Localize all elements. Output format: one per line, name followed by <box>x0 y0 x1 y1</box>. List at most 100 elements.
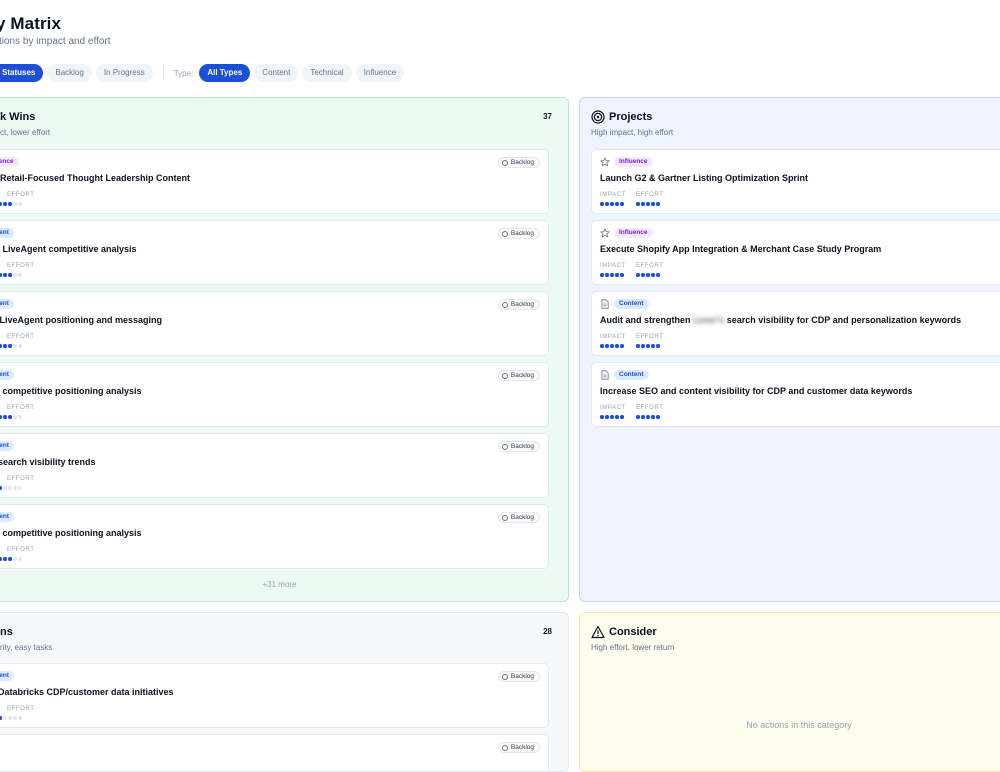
effort-rating <box>636 415 661 419</box>
rating-dot <box>605 202 609 206</box>
rating-dot <box>0 557 2 561</box>
rating-dot <box>636 415 640 419</box>
action-card[interactable]: Influence Launch G2 & Gartner Listing Opt… <box>591 149 1000 214</box>
effort-rating <box>0 486 23 490</box>
action-card[interactable]: Influence Execute Shopify App Integration… <box>591 220 1000 285</box>
rating-dot <box>646 202 650 206</box>
circle-icon <box>501 514 508 521</box>
rating-dot <box>13 415 17 419</box>
action-card[interactable]: luence Backlog p Retail-Focused Thought Le… <box>0 149 549 214</box>
rating-dot <box>18 344 22 348</box>
impact-rating <box>600 344 625 348</box>
impact-label: IMPACT <box>600 263 626 269</box>
action-card[interactable]: Content Audit and strengthen Lexer's sear… <box>591 291 1000 356</box>
action-card[interactable]: Content Increase SEO and content visibili… <box>591 362 1000 427</box>
rating-dot <box>3 344 7 348</box>
type-badge: Influence <box>614 228 653 238</box>
action-card[interactable]: ntent Backlog ct LiveAgent competitive ana… <box>0 220 549 285</box>
impact-label: IMPACT <box>600 334 626 340</box>
effort-rating <box>0 557 23 561</box>
rating-dot <box>8 415 12 419</box>
warning-icon <box>591 625 605 639</box>
filter-technical[interactable]: Technical <box>302 64 352 82</box>
effort-label: EFFORT <box>7 547 35 553</box>
status-badge: Backlog <box>497 742 540 753</box>
filter-influence[interactable]: Influence <box>355 64 405 82</box>
rating-dot <box>605 415 609 419</box>
page-title: y Matrix <box>0 14 62 33</box>
effort-rating <box>0 716 23 720</box>
rating-dot <box>641 202 645 206</box>
rating-dot <box>620 202 624 206</box>
filter-backlog[interactable]: Backlog <box>47 64 92 82</box>
effort-label: EFFORT <box>7 334 35 340</box>
rating-dot <box>620 273 624 277</box>
rating-dot <box>646 415 650 419</box>
quick-wins-count: 37 <box>543 112 552 121</box>
status-label: Backlog <box>510 158 534 166</box>
rating-dot <box>18 415 22 419</box>
filter-content[interactable]: Content <box>254 64 299 82</box>
action-card[interactable]: ntent Backlog r Databricks CDP/customer da… <box>0 663 549 728</box>
rating-dot <box>8 557 12 561</box>
fill-ins-title: ns <box>0 626 13 638</box>
type-badge: ntent <box>0 671 14 681</box>
rating-dot <box>636 202 640 206</box>
card-title: e LiveAgent positioning and messaging <box>0 315 163 325</box>
consider-panel: Consider High effort, lower return No ac… <box>579 612 1000 772</box>
circle-icon <box>501 230 508 237</box>
action-card[interactable]: ntent Backlog e LiveAgent positioning and … <box>0 291 549 356</box>
circle-icon <box>501 673 508 680</box>
rating-dot <box>0 202 2 206</box>
rating-dot <box>605 344 609 348</box>
rating-dot <box>8 202 12 206</box>
status-label: Backlog <box>510 371 534 379</box>
effort-rating <box>636 344 661 348</box>
rating-dot <box>651 202 655 206</box>
star-icon <box>600 228 610 238</box>
action-card[interactable]: ntent Backlog ct competitive positioning a… <box>0 504 549 569</box>
filter-in-progress[interactable]: In Progress <box>95 64 153 82</box>
rating-dot <box>18 486 22 490</box>
type-badge: ntent <box>0 228 14 238</box>
rating-dot <box>18 557 22 561</box>
impact-label: IMPACT <box>600 192 626 198</box>
filter-all-types[interactable]: All Types <box>199 64 251 82</box>
rating-dot <box>651 415 655 419</box>
rating-dot <box>0 486 2 490</box>
rating-dot <box>656 273 660 277</box>
rating-dot <box>13 486 17 490</box>
action-card[interactable]: Backlog <box>0 734 549 771</box>
status-label: Backlog <box>510 743 534 751</box>
effort-label: EFFORT <box>636 334 664 340</box>
rating-dot <box>0 344 2 348</box>
card-title: r search visibility trends <box>0 457 96 467</box>
projects-subtitle: High impact, high effort <box>591 128 674 137</box>
rating-dot <box>13 344 17 348</box>
rating-dot <box>610 202 614 206</box>
rating-dot <box>656 415 660 419</box>
impact-rating <box>600 202 625 206</box>
rating-dot <box>610 273 614 277</box>
rating-dot <box>620 344 624 348</box>
rating-dot <box>615 202 619 206</box>
status-label: Backlog <box>510 300 534 308</box>
effort-rating <box>636 273 661 277</box>
status-label: Backlog <box>510 229 534 237</box>
rating-dot <box>646 273 650 277</box>
rating-dot <box>0 415 2 419</box>
filter-all-statuses[interactable]: Statuses <box>0 64 44 82</box>
star-icon <box>600 157 610 167</box>
rating-dot <box>18 202 22 206</box>
rating-dot <box>615 273 619 277</box>
card-title-part: Audit and strengthen <box>600 315 691 325</box>
action-card[interactable]: ntent Backlog r search visibility trends EF… <box>0 433 549 498</box>
rating-dot <box>646 344 650 348</box>
action-card[interactable]: ntent Backlog ct competitive positioning a… <box>0 362 549 427</box>
effort-label: EFFORT <box>7 405 35 411</box>
quick-wins-panel: k Wins ct, lower effort 37 luence Backlog… <box>0 97 569 602</box>
rating-dot <box>3 557 7 561</box>
status-label: Backlog <box>510 513 534 521</box>
show-more-link[interactable]: +31 more <box>0 580 568 589</box>
redacted-text: Lexer's <box>693 315 725 325</box>
